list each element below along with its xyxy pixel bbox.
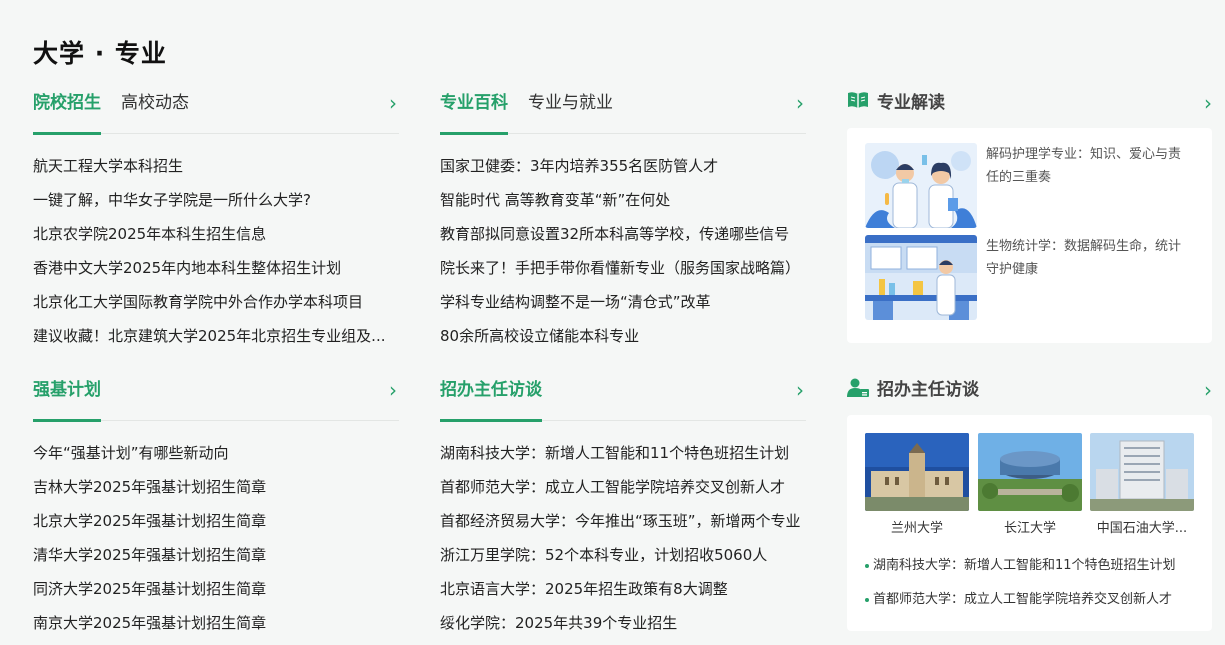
university-name[interactable]: 兰州大学 bbox=[865, 517, 969, 536]
university-card[interactable]: 兰州大学 bbox=[865, 433, 969, 536]
admissions-block-header: 院校招生 高校动态 › bbox=[33, 88, 399, 135]
university-name[interactable]: 长江大学 bbox=[978, 517, 1082, 536]
list-item[interactable]: 北京大学2025年强基计划招生简章 bbox=[33, 504, 399, 538]
tab-director-interview[interactable]: 招办主任访谈 bbox=[440, 375, 542, 422]
director-interview-block-header: 招办主任访谈 › bbox=[440, 375, 806, 422]
section-title: 招办主任访谈 bbox=[877, 380, 979, 400]
admissions-list: 航天工程大学本科招生 一键了解，中华女子学院是一所什么大学? 北京农学院2025… bbox=[33, 149, 399, 353]
strong-base-block: 强基计划 › 今年“强基计划”有哪些新动向 吉林大学2025年强基计划招生简章 … bbox=[33, 375, 399, 640]
list-item[interactable]: 教育部拟同意设置32所本科高等学校，传递哪些信号 bbox=[440, 217, 806, 251]
majors-list: 国家卫健委：3年内培养355名医防管人才 智能时代 高等教育变革“新”在何处 教… bbox=[440, 149, 806, 353]
list-item[interactable]: 湖南科技大学：新增人工智能和11个特色班招生计划 bbox=[440, 436, 806, 470]
list-item[interactable]: 国家卫健委：3年内培养355名医防管人才 bbox=[440, 149, 806, 183]
list-item[interactable]: 航天工程大学本科招生 bbox=[33, 149, 399, 183]
list-item[interactable]: 首都经济贸易大学：今年推出“琢玉班”，新增两个专业 bbox=[440, 504, 806, 538]
list-item[interactable]: 首都师范大学：成立人工智能学院培养交叉创新人才 bbox=[440, 470, 806, 504]
list-item[interactable]: 清华大学2025年强基计划招生简章 bbox=[33, 538, 399, 572]
university-photo bbox=[865, 433, 969, 511]
bullet-dot bbox=[865, 597, 869, 602]
news-title[interactable]: 首都师范大学：成立人工智能学院培养交叉创新人才 bbox=[873, 592, 1172, 607]
majors-block-header: 专业百科 专业与就业 › bbox=[440, 88, 806, 135]
list-item[interactable]: 一键了解，中华女子学院是一所什么大学? bbox=[33, 183, 399, 217]
list-item[interactable]: 吉林大学2025年强基计划招生简章 bbox=[33, 470, 399, 504]
list-item[interactable]: 香港中文大学2025年内地本科生整体招生计划 bbox=[33, 251, 399, 285]
major-interpretation-card: 解码护理学专业：知识、爱心与责任的三重奏 生物统计学：数据解码生命，统计守护健康 bbox=[847, 128, 1212, 343]
list-item[interactable]: 浙江万里学院：52个本科专业，计划招收5060人 bbox=[440, 538, 806, 572]
article-title[interactable]: 生物统计学：数据解码生命，统计守护健康 bbox=[986, 235, 1188, 281]
tab-strong-base-plan[interactable]: 强基计划 bbox=[33, 375, 101, 422]
strong-base-block-header: 强基计划 › bbox=[33, 375, 399, 422]
tab-admissions[interactable]: 院校招生 bbox=[33, 88, 101, 135]
more-arrow-icon[interactable]: › bbox=[389, 377, 397, 403]
tab-university-news[interactable]: 高校动态 bbox=[121, 88, 189, 118]
section-title: 专业解读 bbox=[877, 93, 945, 113]
news-item[interactable]: 湖南科技大学：新增人工智能和11个特色班招生计划 bbox=[865, 554, 1183, 573]
bullet-dot bbox=[865, 563, 869, 568]
doctors-illustration[interactable] bbox=[865, 143, 977, 228]
major-interpretation-header: 专业解读 › bbox=[847, 88, 1212, 118]
list-item[interactable]: 同济大学2025年强基计划招生简章 bbox=[33, 572, 399, 606]
university-photo bbox=[978, 433, 1082, 511]
list-item[interactable]: 院长来了！手把手带你看懂新专业（服务国家战略篇） bbox=[440, 251, 806, 285]
list-item[interactable]: 南京大学2025年强基计划招生简章 bbox=[33, 606, 399, 640]
list-item[interactable]: 北京化工大学国际教育学院中外合作办学本科项目 bbox=[33, 285, 399, 319]
list-item[interactable]: 今年“强基计划”有哪些新动向 bbox=[33, 436, 399, 470]
user-badge-icon bbox=[847, 378, 869, 402]
list-item[interactable]: 建议收藏！北京建筑大学2025年北京招生专业组及... bbox=[33, 319, 399, 353]
tab-majors-and-jobs[interactable]: 专业与就业 bbox=[528, 88, 613, 118]
more-arrow-icon[interactable]: › bbox=[796, 90, 804, 116]
university-card[interactable]: 中国石油大学... bbox=[1090, 433, 1194, 536]
director-interview-list: 湖南科技大学：新增人工智能和11个特色班招生计划 首都师范大学：成立人工智能学院… bbox=[440, 436, 806, 640]
tab-major-encyclopedia[interactable]: 专业百科 bbox=[440, 88, 508, 135]
university-photo bbox=[1090, 433, 1194, 511]
article-title[interactable]: 解码护理学专业：知识、爱心与责任的三重奏 bbox=[986, 143, 1188, 189]
news-title[interactable]: 湖南科技大学：新增人工智能和11个特色班招生计划 bbox=[873, 558, 1176, 573]
list-item[interactable]: 绥化学院：2025年共39个专业招生 bbox=[440, 606, 806, 640]
list-item[interactable]: 北京语言大学：2025年招生政策有8大调整 bbox=[440, 572, 806, 606]
page-title: 大学 · 专业 bbox=[33, 39, 167, 68]
list-item[interactable]: 学科专业结构调整不是一场“清仓式”改革 bbox=[440, 285, 806, 319]
news-item[interactable]: 首都师范大学：成立人工智能学院培养交叉创新人才 bbox=[865, 588, 1183, 607]
director-interview-card: 兰州大学 长江大学 中国石油大学... 湖南科技大学：新增人工智能和11个特色班… bbox=[847, 415, 1212, 631]
lab-illustration[interactable] bbox=[865, 235, 977, 320]
more-arrow-icon[interactable]: › bbox=[389, 90, 397, 116]
strong-base-list: 今年“强基计划”有哪些新动向 吉林大学2025年强基计划招生简章 北京大学202… bbox=[33, 436, 399, 640]
director-interview-block: 招办主任访谈 › 湖南科技大学：新增人工智能和11个特色班招生计划 首都师范大学… bbox=[440, 375, 806, 640]
list-item[interactable]: 80余所高校设立储能本科专业 bbox=[440, 319, 806, 353]
admissions-block: 院校招生 高校动态 › 航天工程大学本科招生 一键了解，中华女子学院是一所什么大… bbox=[33, 88, 399, 353]
list-item[interactable]: 智能时代 高等教育变革“新”在何处 bbox=[440, 183, 806, 217]
more-arrow-icon[interactable]: › bbox=[1204, 377, 1212, 403]
majors-block: 专业百科 专业与就业 › 国家卫健委：3年内培养355名医防管人才 智能时代 高… bbox=[440, 88, 806, 353]
university-card[interactable]: 长江大学 bbox=[978, 433, 1082, 536]
more-arrow-icon[interactable]: › bbox=[796, 377, 804, 403]
university-name[interactable]: 中国石油大学... bbox=[1090, 517, 1194, 536]
list-item[interactable]: 北京农学院2025年本科生招生信息 bbox=[33, 217, 399, 251]
book-icon bbox=[847, 91, 869, 113]
more-arrow-icon[interactable]: › bbox=[1204, 90, 1212, 116]
director-interview-side-header: 招办主任访谈 › bbox=[847, 375, 1212, 405]
